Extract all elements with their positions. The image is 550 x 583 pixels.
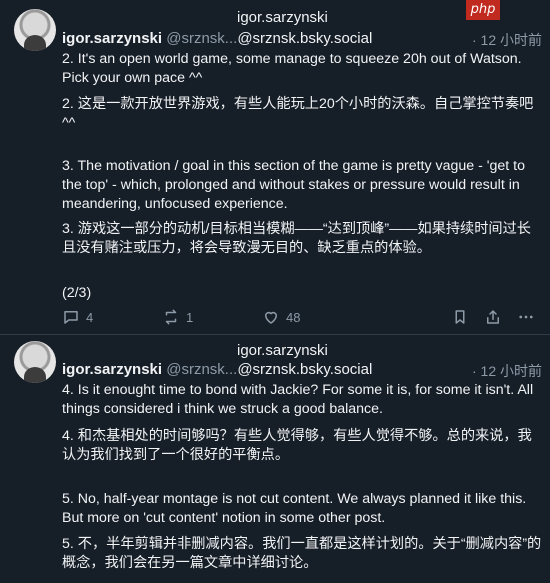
repost-icon [165,309,177,325]
paragraph: (2/3) [62,285,92,301]
avatar[interactable] [14,341,56,383]
like-button[interactable]: 48 [262,308,300,326]
author-row: igor.sarzynski @srznsk...@srznsk.bsky.so… [62,361,542,381]
paragraph: 2. 这是一款开放世界游戏，有些人能玩上20个小时的沃森。自己掌控节奏吧^^ [62,96,534,131]
bookmark-button[interactable] [451,308,469,326]
paragraph: 3. 游戏这一部分的动机/目标相当模糊——“达到顶峰”——如果持续时间过长且没有… [62,221,531,256]
author-handle-top[interactable]: igor.sarzynski [237,9,328,26]
more-button[interactable] [517,308,535,326]
author-handle-short[interactable]: @srznsk... [166,361,237,378]
post-2[interactable]: igor.sarzynski igor.sarzynski @srznsk...… [0,335,550,583]
post-time[interactable]: · 12 小时前 [472,361,542,381]
post-time[interactable]: · 12 小时前 [472,30,542,50]
author-handle-top[interactable]: igor.sarzynski [237,342,328,359]
author-handle-full[interactable]: @srznsk.bsky.social [237,30,372,47]
reply-button[interactable]: 4 [62,308,93,326]
post-actions: 4 1 48 [62,308,535,328]
paragraph: 5. 不，半年剪辑并非删减内容。我们一直都是这样计划的。关于“删减内容”的概念，… [62,536,542,571]
share-icon [487,310,499,324]
paragraph: 4. 和杰基相处的时间够吗？有些人觉得够，有些人觉得不够。总的来说，我认为我们找… [62,428,532,463]
author-name[interactable]: igor.sarzynski [62,30,162,47]
paragraph: 5. No, half-year montage is not cut cont… [62,491,527,526]
author-handle-short[interactable]: @srznsk... [166,30,237,47]
heart-icon [265,311,277,324]
reply-count: 4 [86,309,94,325]
author-row: igor.sarzynski @srznsk...@srznsk.bsky.so… [62,30,542,50]
bookmark-icon [455,310,465,324]
paragraph: 3. The motivation / goal in this section… [62,158,526,212]
repost-count: 1 [186,309,194,325]
paragraph: 2. It's an open world game, some manage … [62,51,522,86]
author-handle-full[interactable]: @srznsk.bsky.social [237,361,372,378]
like-count: 48 [286,309,301,325]
repost-button[interactable]: 1 [162,308,193,326]
reply-icon [64,311,78,324]
author-name[interactable]: igor.sarzynski [62,361,162,378]
post-1[interactable]: igor.sarzynski igor.sarzynski @srznsk...… [0,0,550,335]
avatar[interactable] [14,9,56,51]
share-button[interactable] [484,308,502,326]
more-icon [519,315,533,319]
paragraph: 4. Is it enought time to bond with Jacki… [62,382,534,417]
